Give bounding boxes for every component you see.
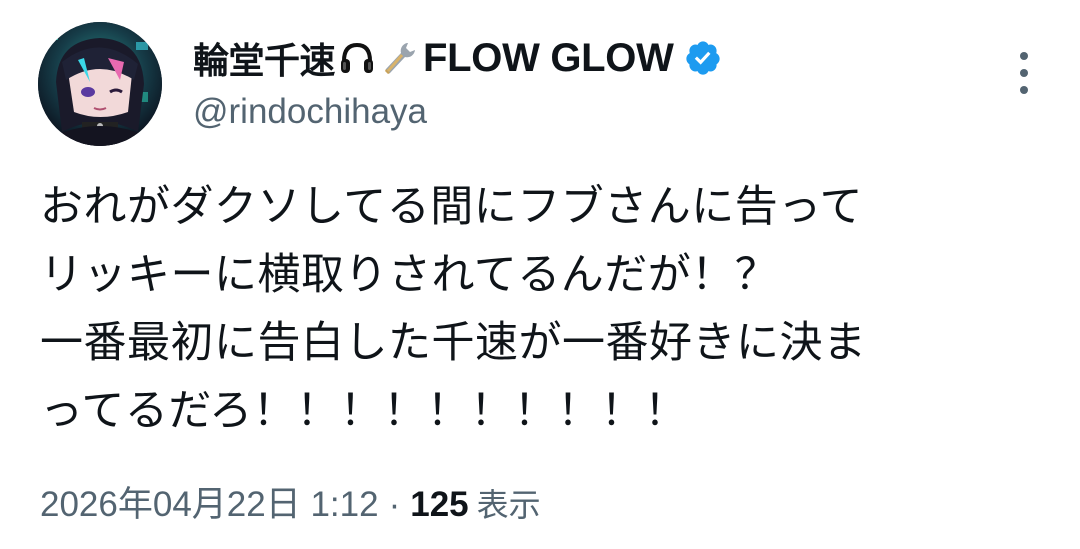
tweet-text: おれがダクソしてる間にフブさんに告って リッキーに横取りされてるんだが！？ 一番… xyxy=(40,182,867,436)
views-count[interactable]: 125 xyxy=(410,485,468,525)
author-display-name-tail[interactable]: FLOW GLOW xyxy=(423,36,674,81)
tweet-meta: 2026年04月22日 1:12 · 125 表示 xyxy=(40,476,541,527)
dot xyxy=(1020,86,1028,94)
avatar[interactable] xyxy=(38,22,162,146)
tweet-timestamp[interactable]: 2026年04月22日 1:12 xyxy=(40,476,379,527)
dot xyxy=(1020,52,1028,60)
author-handle[interactable]: @rindochihaya xyxy=(193,92,427,132)
author-display-name[interactable]: 輪堂千速 xyxy=(193,32,336,84)
views-label[interactable]: 表示 xyxy=(477,480,541,526)
wrench-icon xyxy=(379,38,419,78)
meta-separator: · xyxy=(388,485,401,524)
author-name-row[interactable]: 輪堂千速 FLOW GLOW xyxy=(193,30,722,86)
dot xyxy=(1020,69,1028,77)
more-options-icon[interactable] xyxy=(1012,52,1036,94)
tweet: 輪堂千速 FLOW GLOW @rindochihaya おれがダクソしてる間に… xyxy=(0,0,1080,549)
verified-badge-icon[interactable] xyxy=(684,39,722,77)
headphones-icon xyxy=(337,38,377,78)
